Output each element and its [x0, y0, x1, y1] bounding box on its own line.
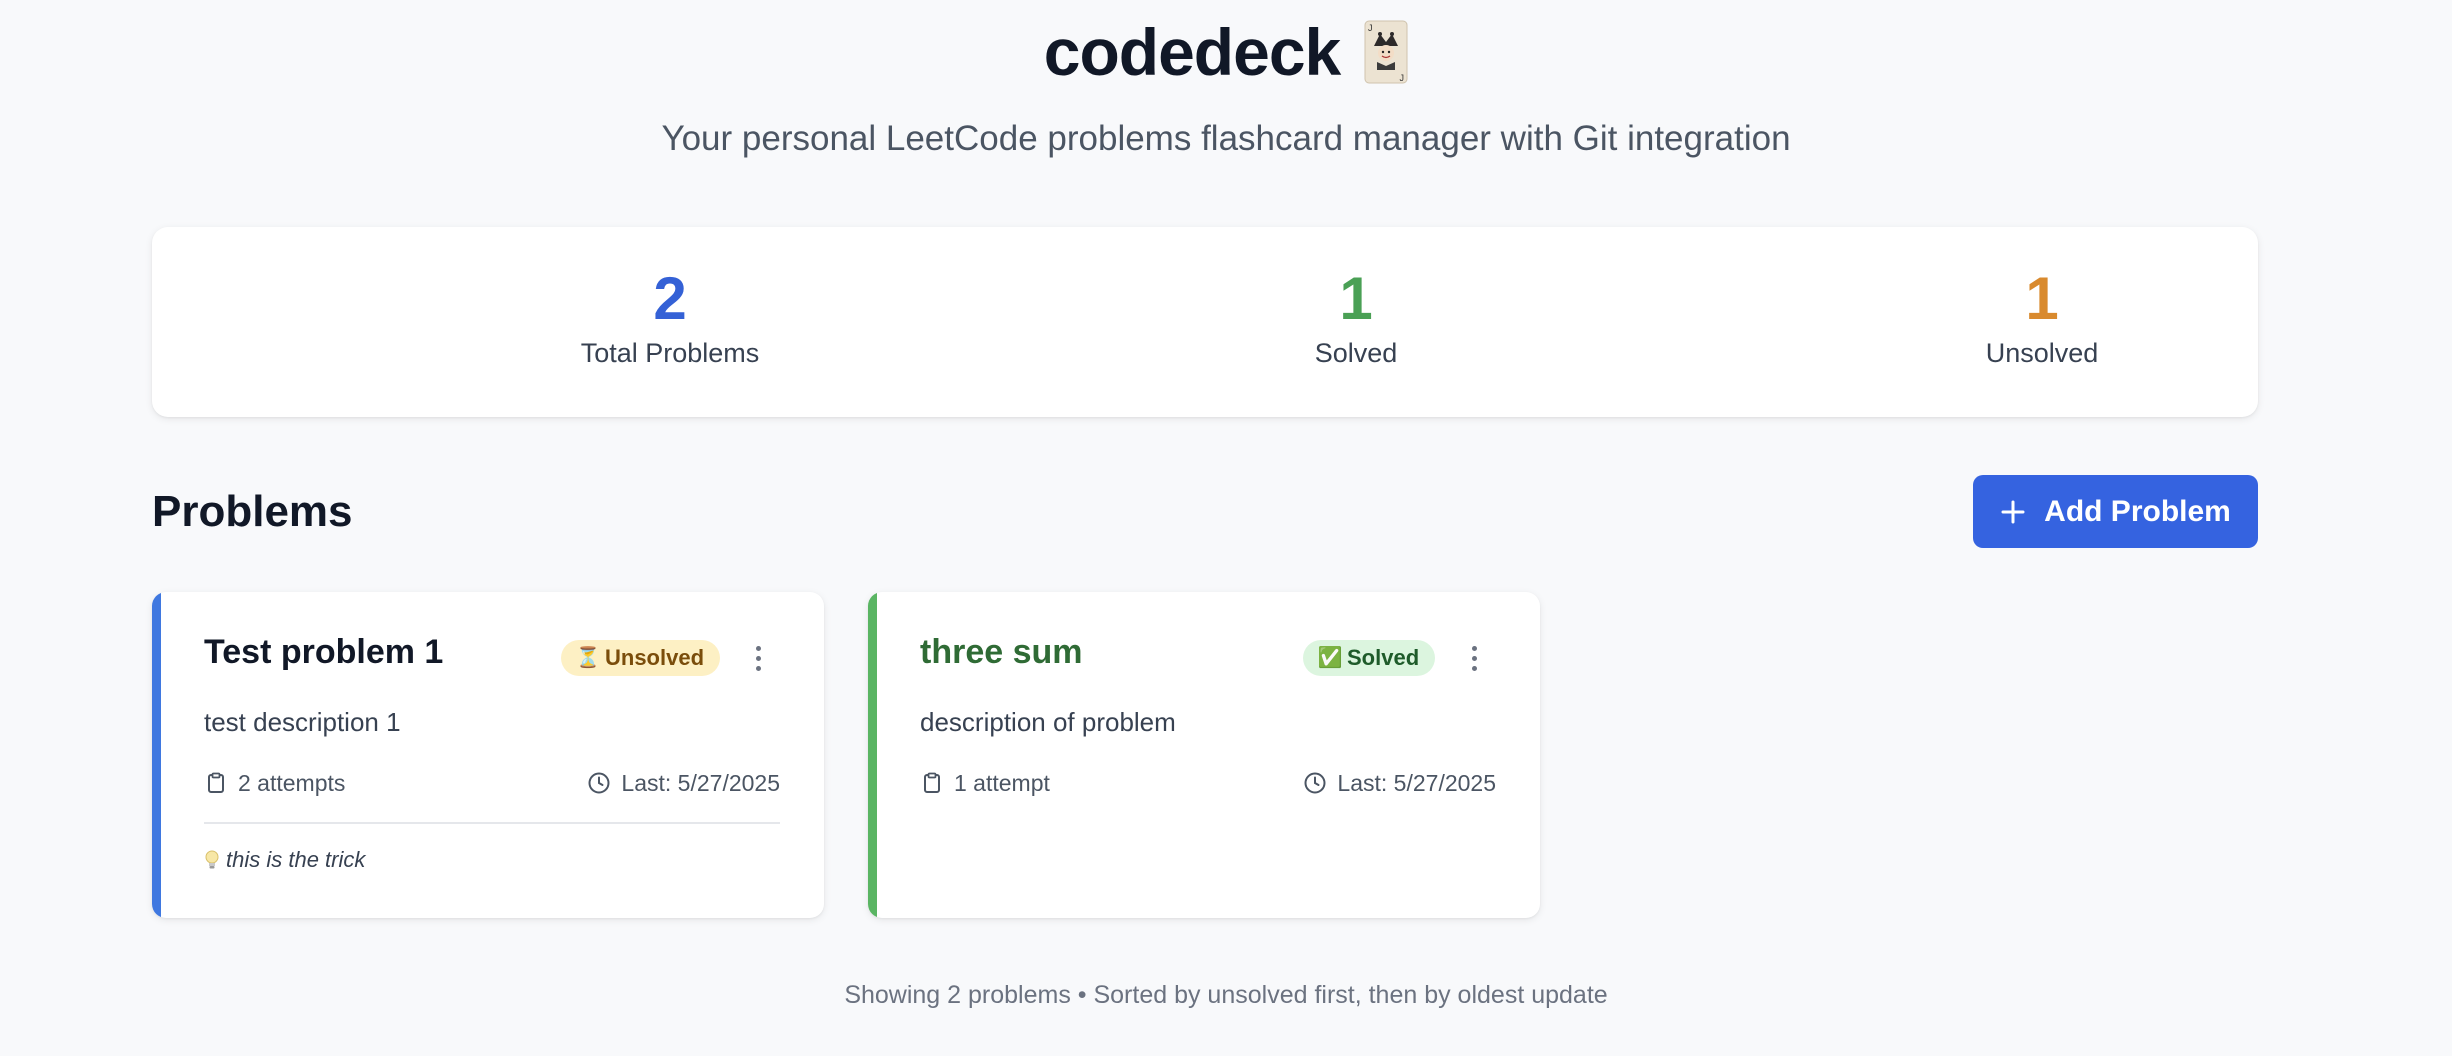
- problem-description: test description 1: [204, 707, 401, 737]
- stat-solved: 1 Solved: [1156, 267, 1556, 369]
- clipboard-icon: [920, 771, 944, 795]
- title-row: codedeck J J: [0, 16, 2452, 88]
- problem-card[interactable]: Test problem 1 ⏳ Unsolved test descripti…: [152, 592, 824, 918]
- problem-title: Test problem 1: [204, 633, 444, 671]
- last-updated: Last: 5/27/2025: [1337, 770, 1496, 796]
- divider: [204, 822, 780, 824]
- status-badge-label: Solved: [1347, 645, 1420, 670]
- stat-solved-label: Solved: [1314, 338, 1398, 368]
- more-options-icon[interactable]: [746, 640, 770, 676]
- svg-text:J: J: [1400, 73, 1405, 83]
- stat-total-value: 2: [653, 265, 687, 332]
- meta-row: 1 attempt Last: 5/27/2025: [920, 768, 1496, 798]
- clipboard-icon: [204, 771, 228, 795]
- hint: this is the trick: [204, 845, 365, 875]
- problem-title: three sum: [920, 633, 1083, 671]
- plus-icon: [2000, 499, 2026, 525]
- hourglass-icon: ⏳: [575, 647, 601, 669]
- stat-total-label: Total Problems: [580, 338, 760, 368]
- app-subtitle: Your personal LeetCode problems flashcar…: [661, 119, 1791, 158]
- clock-icon: [1303, 771, 1327, 795]
- more-options-icon[interactable]: [1462, 640, 1486, 676]
- stat-unsolved-value: 1: [2025, 265, 2059, 332]
- problem-card[interactable]: three sum ✅ Solved description of proble…: [868, 592, 1540, 918]
- hint-text: this is the trick: [226, 847, 366, 872]
- problems-heading: Problems: [152, 487, 353, 536]
- joker-card-icon: J J: [1364, 20, 1408, 84]
- attempts-info: 2 attempts: [204, 768, 345, 798]
- svg-text:J: J: [1368, 23, 1373, 33]
- attempts-info: 1 attempt: [920, 768, 1050, 798]
- attempts-count: 2 attempts: [238, 770, 346, 796]
- check-mark-icon: ✅: [1317, 647, 1343, 669]
- status-badge: ⏳ Unsolved: [561, 640, 721, 676]
- status-badge: ✅ Solved: [1303, 640, 1436, 676]
- card-accent-bar: [152, 592, 161, 918]
- stat-unsolved: 1 Unsolved: [1842, 267, 2242, 369]
- attempts-count: 1 attempt: [954, 770, 1050, 796]
- stat-solved-value: 1: [1339, 265, 1373, 332]
- app-title: codedeck: [1043, 15, 1341, 89]
- problem-description: description of problem: [920, 707, 1176, 737]
- lightbulb-icon: [204, 849, 220, 871]
- add-problem-button[interactable]: Add Problem: [1973, 475, 2258, 548]
- add-problem-label: Add Problem: [2044, 494, 2231, 528]
- footer-summary: Showing 2 problems • Sorted by unsolved …: [844, 981, 1608, 1009]
- stat-unsolved-label: Unsolved: [1985, 338, 2099, 368]
- status-badge-label: Unsolved: [605, 645, 705, 670]
- card-accent-bar: [868, 592, 877, 918]
- clock-icon: [587, 771, 611, 795]
- last-updated-info: Last: 5/27/2025: [587, 768, 780, 798]
- meta-row: 2 attempts Last: 5/27/2025: [204, 768, 780, 798]
- stats-card: 2 Total Problems 1 Solved 1 Unsolved: [152, 227, 2258, 417]
- last-updated: Last: 5/27/2025: [621, 770, 780, 796]
- stat-total: 2 Total Problems: [470, 267, 870, 369]
- last-updated-info: Last: 5/27/2025: [1303, 768, 1496, 798]
